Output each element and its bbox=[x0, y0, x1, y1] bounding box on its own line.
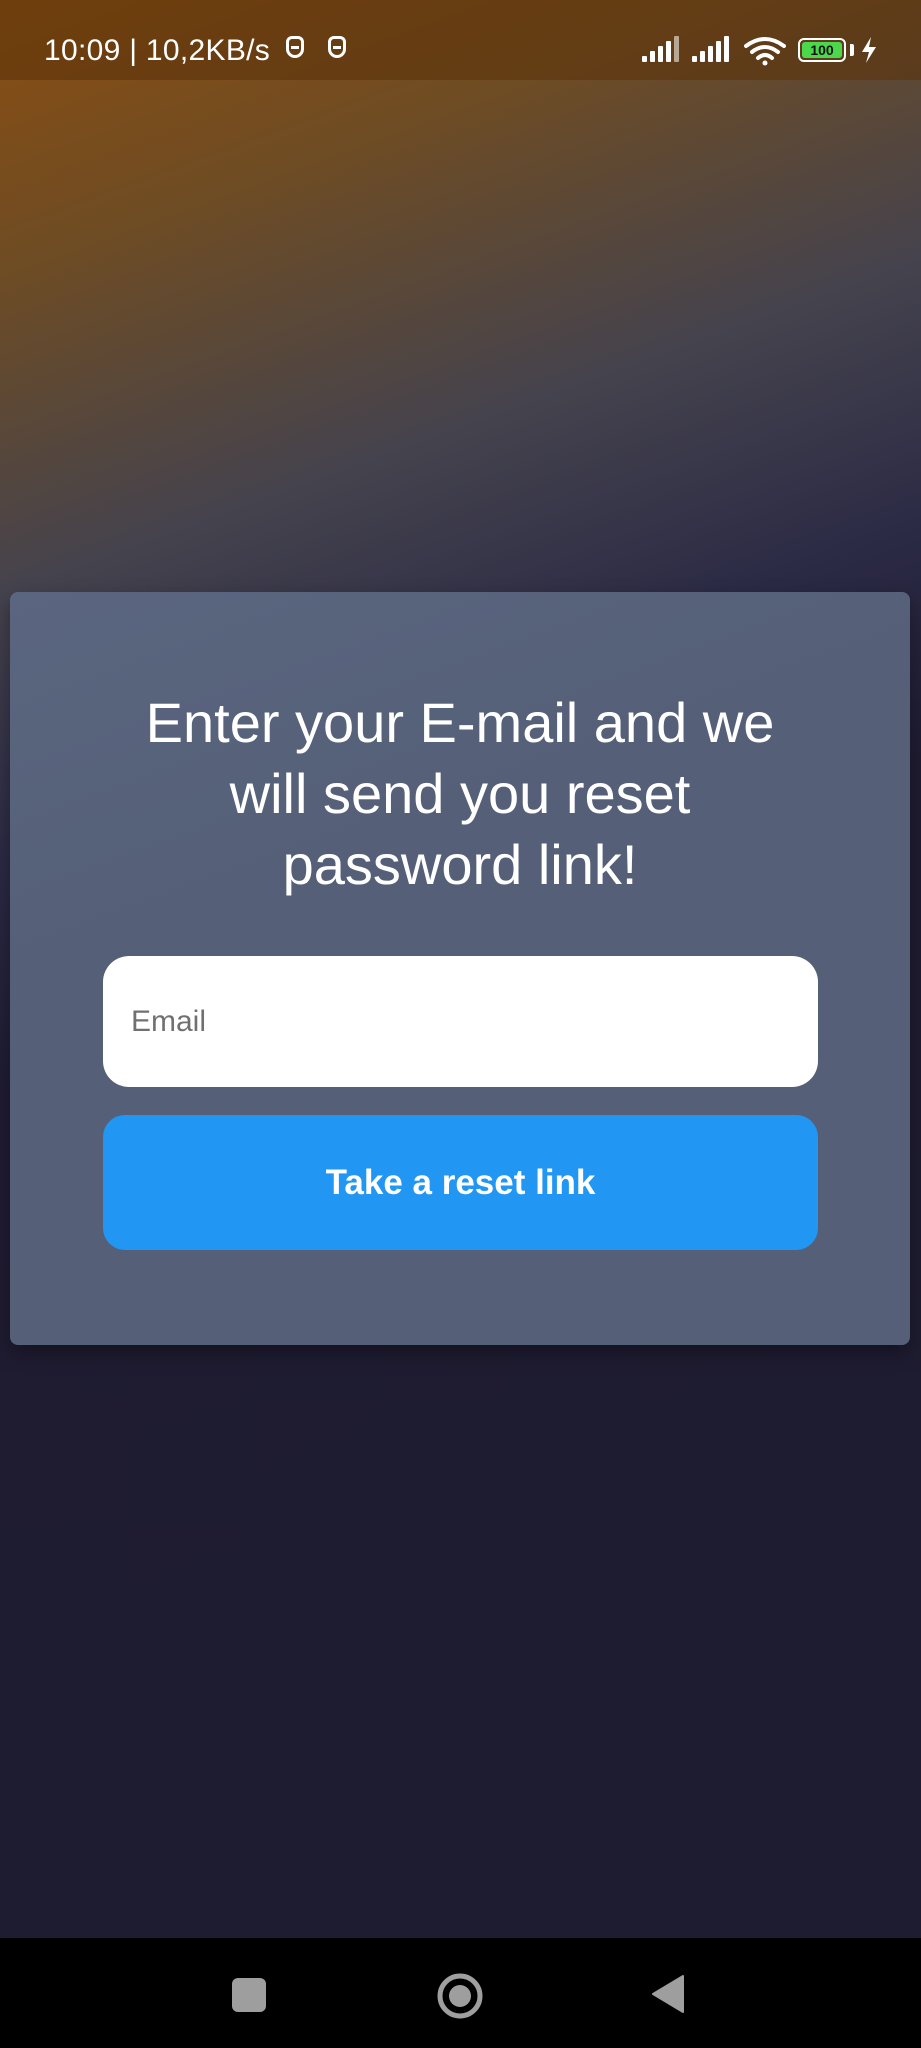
notification-icon bbox=[328, 36, 346, 58]
reset-instructions-title: Enter your E-mail and we will send you r… bbox=[145, 691, 775, 896]
back-icon[interactable] bbox=[650, 1974, 686, 2014]
recents-icon[interactable] bbox=[232, 1978, 266, 2012]
battery-level: 100 bbox=[802, 42, 842, 58]
notification-icon bbox=[286, 36, 304, 58]
navigation-bar bbox=[0, 1938, 921, 2048]
battery-icon: 100 bbox=[798, 38, 846, 62]
charging-icon bbox=[862, 37, 876, 63]
status-time-speed: 10:09 | 10,2KB/s bbox=[44, 34, 271, 67]
wifi-icon bbox=[744, 37, 786, 66]
home-icon[interactable] bbox=[436, 1972, 484, 2020]
take-reset-link-button[interactable]: Take a reset link bbox=[103, 1115, 818, 1250]
email-input[interactable] bbox=[103, 956, 818, 1087]
signal-icon bbox=[642, 36, 682, 62]
status-bar: 10:09 | 10,2KB/s 100 bbox=[0, 0, 921, 80]
battery-tip bbox=[850, 44, 854, 56]
reset-password-card: Enter your E-mail and we will send you r… bbox=[10, 592, 910, 1345]
signal-icon bbox=[692, 36, 732, 62]
